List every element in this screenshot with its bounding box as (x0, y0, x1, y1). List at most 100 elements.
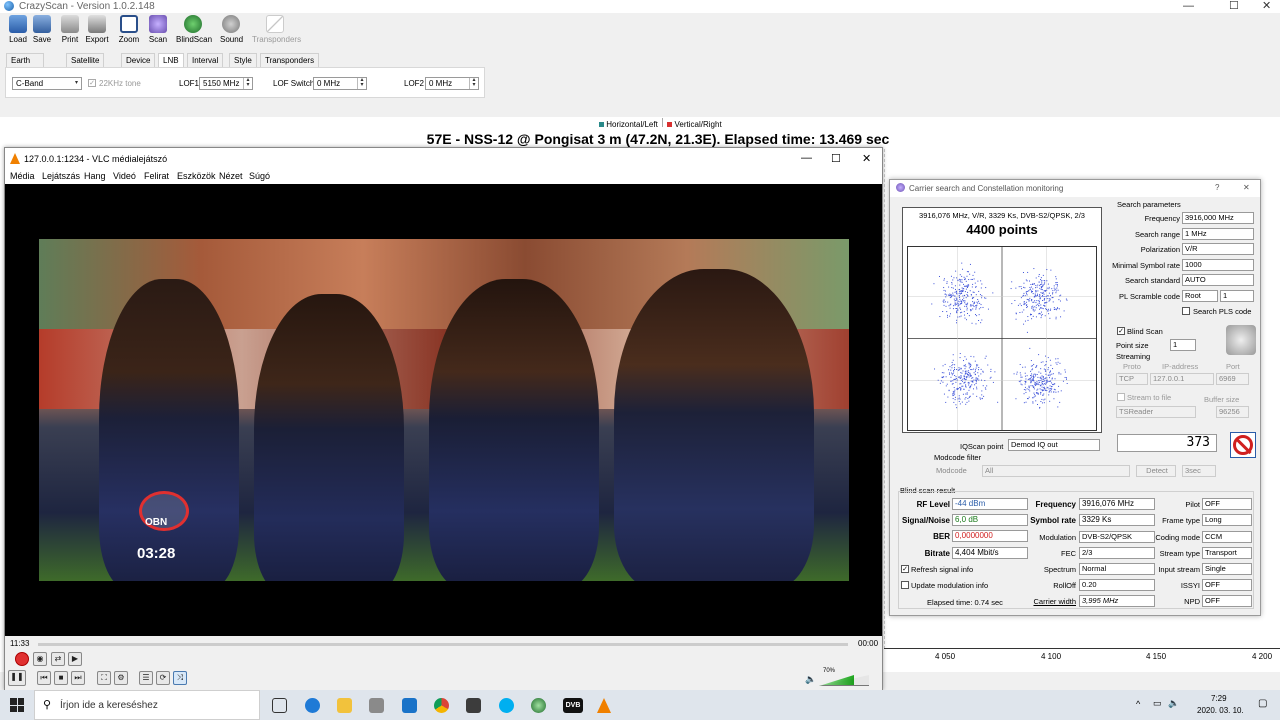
point-size-input[interactable]: 1 (1170, 339, 1196, 351)
sound-button[interactable]: Sound (220, 15, 243, 44)
tab-satellite-info[interactable]: Satellite info (66, 53, 105, 79)
menu-audio[interactable]: Hang (84, 171, 106, 181)
tab-interval[interactable]: Interval (187, 53, 224, 67)
menu-video[interactable]: Videó (113, 171, 136, 181)
lof1-input[interactable]: 5150 MHz ▴ ▾ (199, 77, 253, 90)
band-select[interactable]: C-Band ▾ (12, 77, 82, 90)
detect-button[interactable]: Detect (1136, 465, 1176, 477)
menu-help[interactable]: Súgó (249, 171, 270, 181)
mail-icon[interactable] (402, 698, 417, 713)
extended-settings-button[interactable]: ⚙ (114, 671, 128, 685)
tone-checkbox[interactable]: ✓ (88, 79, 96, 87)
video-area[interactable]: OBN 03:28 (5, 184, 882, 636)
vlc-minimize-button[interactable]: — (801, 152, 812, 164)
playlist-button[interactable]: ☰ (139, 671, 153, 685)
modcode-select[interactable]: All (982, 465, 1130, 477)
tray-chevron-icon[interactable]: ^ (1136, 699, 1140, 709)
tab-lnb[interactable]: LNB (158, 53, 184, 67)
iqscan-select[interactable]: Demod IQ out (1008, 439, 1100, 451)
menu-tools[interactable]: Eszközök (177, 171, 216, 181)
search-range-input[interactable]: 1 MHz (1182, 228, 1254, 240)
volume-tray-icon[interactable]: 🔈 (1168, 698, 1179, 709)
proto-select[interactable]: TCP (1116, 373, 1148, 385)
pilot-select[interactable]: OFF (1202, 498, 1252, 510)
stream-type-select[interactable]: Transport (1202, 547, 1252, 559)
notifications-icon[interactable]: ▢ (1258, 698, 1267, 709)
taskbar-search[interactable]: ⚲ Írjon ide a kereséshez (34, 690, 260, 720)
transponders-button[interactable]: Transponders (252, 15, 301, 44)
crazyscan-taskbar-icon[interactable] (531, 698, 546, 713)
buffer-input[interactable]: 96256 (1216, 406, 1249, 418)
frame-step-button[interactable]: ▶ (68, 652, 82, 666)
blindscan-button[interactable]: BlindScan (176, 15, 212, 44)
maximize-button[interactable]: ☐ (1229, 0, 1239, 13)
npd-select[interactable]: OFF (1202, 595, 1252, 607)
coding-select[interactable]: CCM (1202, 531, 1252, 543)
fullscreen-button[interactable]: ⛶ (97, 671, 111, 685)
frame-select[interactable]: Long (1202, 514, 1252, 526)
tab-earth-position[interactable]: Earth position (6, 53, 44, 79)
scan-button[interactable]: Scan (148, 15, 168, 44)
shuffle-button[interactable]: ⤨ (173, 671, 187, 685)
export-button[interactable]: Export (84, 15, 110, 44)
seek-bar[interactable] (38, 643, 848, 646)
edge-icon[interactable] (305, 698, 320, 713)
task-view-icon[interactable] (272, 698, 287, 713)
dialog-close-button[interactable]: ✕ (1243, 183, 1250, 192)
polarization-select[interactable]: V/R (1182, 243, 1254, 255)
port-input[interactable]: 6969 (1216, 373, 1249, 385)
app-icon[interactable] (466, 698, 481, 713)
vlc-close-button[interactable]: ✕ (862, 152, 871, 165)
menu-media[interactable]: Média (10, 171, 35, 181)
issyi-select[interactable]: OFF (1202, 579, 1252, 591)
loop-ab-button[interactable]: ⇄ (51, 652, 65, 666)
pls-mode-select[interactable]: Root (1182, 290, 1218, 302)
volume-slider[interactable] (819, 675, 869, 686)
chrome-icon[interactable] (434, 698, 449, 713)
detect-time-input[interactable]: 3sec (1182, 465, 1216, 477)
dvb-app-icon[interactable]: DVB (563, 698, 583, 713)
tab-transponders[interactable]: Transponders (260, 53, 320, 67)
vlc-maximize-button[interactable]: ☐ (831, 152, 841, 165)
network-icon[interactable]: ▭ (1153, 698, 1162, 709)
close-button[interactable]: ✕ (1262, 0, 1271, 13)
tab-device[interactable]: Device (121, 53, 156, 67)
menu-view[interactable]: Nézet (219, 171, 243, 181)
input-stream-select[interactable]: Single (1202, 563, 1252, 575)
stop-scan-button[interactable] (1230, 432, 1256, 458)
lofswitch-input[interactable]: 0 MHz ▴ ▾ (313, 77, 367, 90)
refresh-checkbox[interactable]: ✓ (901, 565, 909, 573)
lof2-input[interactable]: 0 MHz ▴ ▾ (425, 77, 479, 90)
file-explorer-icon[interactable] (337, 698, 352, 713)
update-mod-checkbox[interactable] (901, 581, 909, 589)
carrier-width-label[interactable]: Carrier width (1020, 597, 1076, 606)
next-button[interactable]: ⏭ (71, 671, 85, 685)
menu-playback[interactable]: Lejátszás (42, 171, 80, 181)
print-button[interactable]: Print (60, 15, 80, 44)
min-sr-select[interactable]: 1000 (1182, 259, 1254, 271)
windows-start-icon[interactable] (10, 698, 24, 712)
load-button[interactable]: Load (8, 15, 28, 44)
ip-input[interactable]: 127.0.0.1 (1150, 373, 1214, 385)
record-button[interactable] (15, 652, 29, 666)
skype-icon[interactable] (499, 698, 514, 713)
save-button[interactable]: Save (32, 15, 52, 44)
store-icon[interactable] (369, 698, 384, 713)
snapshot-button[interactable]: ◉ (33, 652, 47, 666)
blind-scan-checkbox[interactable]: ✓ (1117, 327, 1125, 335)
tab-style[interactable]: Style (229, 53, 257, 67)
search-std-select[interactable]: AUTO (1182, 274, 1254, 286)
minimize-button[interactable]: — (1183, 0, 1194, 13)
previous-button[interactable]: ⏮ (37, 671, 51, 685)
search-pls-checkbox[interactable] (1182, 307, 1190, 315)
vlc-taskbar-icon[interactable] (597, 698, 611, 713)
loop-button[interactable]: ⟳ (156, 671, 170, 685)
pls-value-input[interactable]: 1 (1220, 290, 1254, 302)
reader-select[interactable]: TSReader (1116, 406, 1196, 418)
stream-file-checkbox[interactable] (1117, 393, 1125, 401)
frequency-input[interactable]: 3916,000 MHz (1182, 212, 1254, 224)
zoom-button[interactable]: Zoom (118, 15, 140, 44)
help-button[interactable]: ? (1215, 183, 1219, 192)
stop-button[interactable]: ■ (54, 671, 68, 685)
menu-subtitle[interactable]: Felirat (144, 171, 169, 181)
